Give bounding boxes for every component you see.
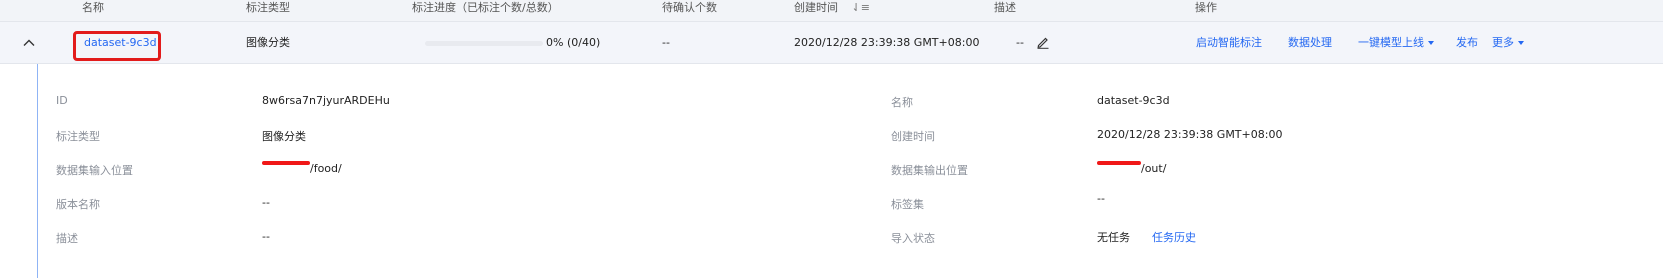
detail-label-input-location: 数据集输入位置 <box>56 164 133 177</box>
detail-value-tag-set: -- <box>1097 192 1105 205</box>
more-label: 更多 <box>1492 36 1514 49</box>
detail-panel: ID 8w6rsa7n7jyurARDEHu 标注类型 图像分类 数据集输入位置… <box>0 64 1663 278</box>
caret-down-icon <box>1428 41 1434 45</box>
publish-link[interactable]: 发布 <box>1456 22 1478 64</box>
detail-label-version-name: 版本名称 <box>56 198 100 211</box>
progress-text: 0% (0/40) <box>546 36 601 49</box>
data-process-link[interactable]: 数据处理 <box>1288 22 1332 64</box>
pencil-icon[interactable] <box>1036 35 1050 49</box>
one-click-deploy-link[interactable]: 一键模型上线 <box>1358 22 1434 64</box>
chevron-up-icon[interactable] <box>22 36 36 50</box>
detail-label-import-status: 导入状态 <box>891 232 935 245</box>
column-header-actions: 操作 <box>1195 1 1217 14</box>
one-click-deploy-label: 一键模型上线 <box>1358 36 1424 49</box>
more-link[interactable]: 更多 <box>1492 22 1524 64</box>
detail-value-version-name: -- <box>262 196 270 209</box>
column-header-name: 名称 <box>82 1 104 14</box>
column-header-created-label: 创建时间 <box>794 1 838 14</box>
detail-indent-bar <box>37 64 38 278</box>
redaction-mark <box>1097 161 1141 165</box>
pending-count: -- <box>662 36 670 49</box>
created-time: 2020/12/28 23:39:38 GMT+08:00 <box>794 36 980 49</box>
column-header-created[interactable]: 创建时间 ⇃≡ <box>794 0 870 22</box>
detail-label-tag-set: 标签集 <box>891 198 924 211</box>
sort-icon[interactable]: ⇃≡ <box>852 1 870 14</box>
description-value: -- <box>1016 36 1024 49</box>
smart-label-link[interactable]: 启动智能标注 <box>1196 22 1262 64</box>
detail-value-description: -- <box>262 230 270 243</box>
detail-value-output-location: /out/ <box>1141 162 1167 175</box>
detail-label-description: 描述 <box>56 232 78 245</box>
task-history-link[interactable]: 任务历史 <box>1152 229 1196 245</box>
caret-down-icon <box>1518 41 1524 45</box>
label-type-value: 图像分类 <box>246 36 290 49</box>
detail-label-name: 名称 <box>891 96 913 109</box>
column-header-description: 描述 <box>994 1 1016 14</box>
table-header: 名称 标注类型 标注进度（已标注个数/总数） 待确认个数 创建时间 ⇃≡ 描述 … <box>0 0 1663 22</box>
detail-label-output-location: 数据集输出位置 <box>891 164 968 177</box>
detail-value-import-status: 无任务 <box>1097 231 1130 244</box>
detail-value-label-type: 图像分类 <box>262 130 306 143</box>
column-header-label-type: 标注类型 <box>246 1 290 14</box>
table-row: dataset-9c3d 图像分类 0% (0/40) -- 2020/12/2… <box>0 22 1663 64</box>
column-header-pending: 待确认个数 <box>662 1 717 14</box>
detail-value-input-location: /food/ <box>310 162 342 175</box>
detail-label-created: 创建时间 <box>891 130 935 143</box>
redaction-mark <box>262 161 310 165</box>
detail-value-created: 2020/12/28 23:39:38 GMT+08:00 <box>1097 128 1283 141</box>
progress-bar <box>425 41 543 46</box>
dataset-name-link[interactable]: dataset-9c3d <box>84 22 157 64</box>
detail-label-label-type: 标注类型 <box>56 130 100 143</box>
column-header-progress: 标注进度（已标注个数/总数） <box>412 1 559 14</box>
detail-value-id: 8w6rsa7n7jyurARDEHu <box>262 94 390 107</box>
detail-value-name: dataset-9c3d <box>1097 94 1170 107</box>
detail-label-id: ID <box>56 94 68 107</box>
